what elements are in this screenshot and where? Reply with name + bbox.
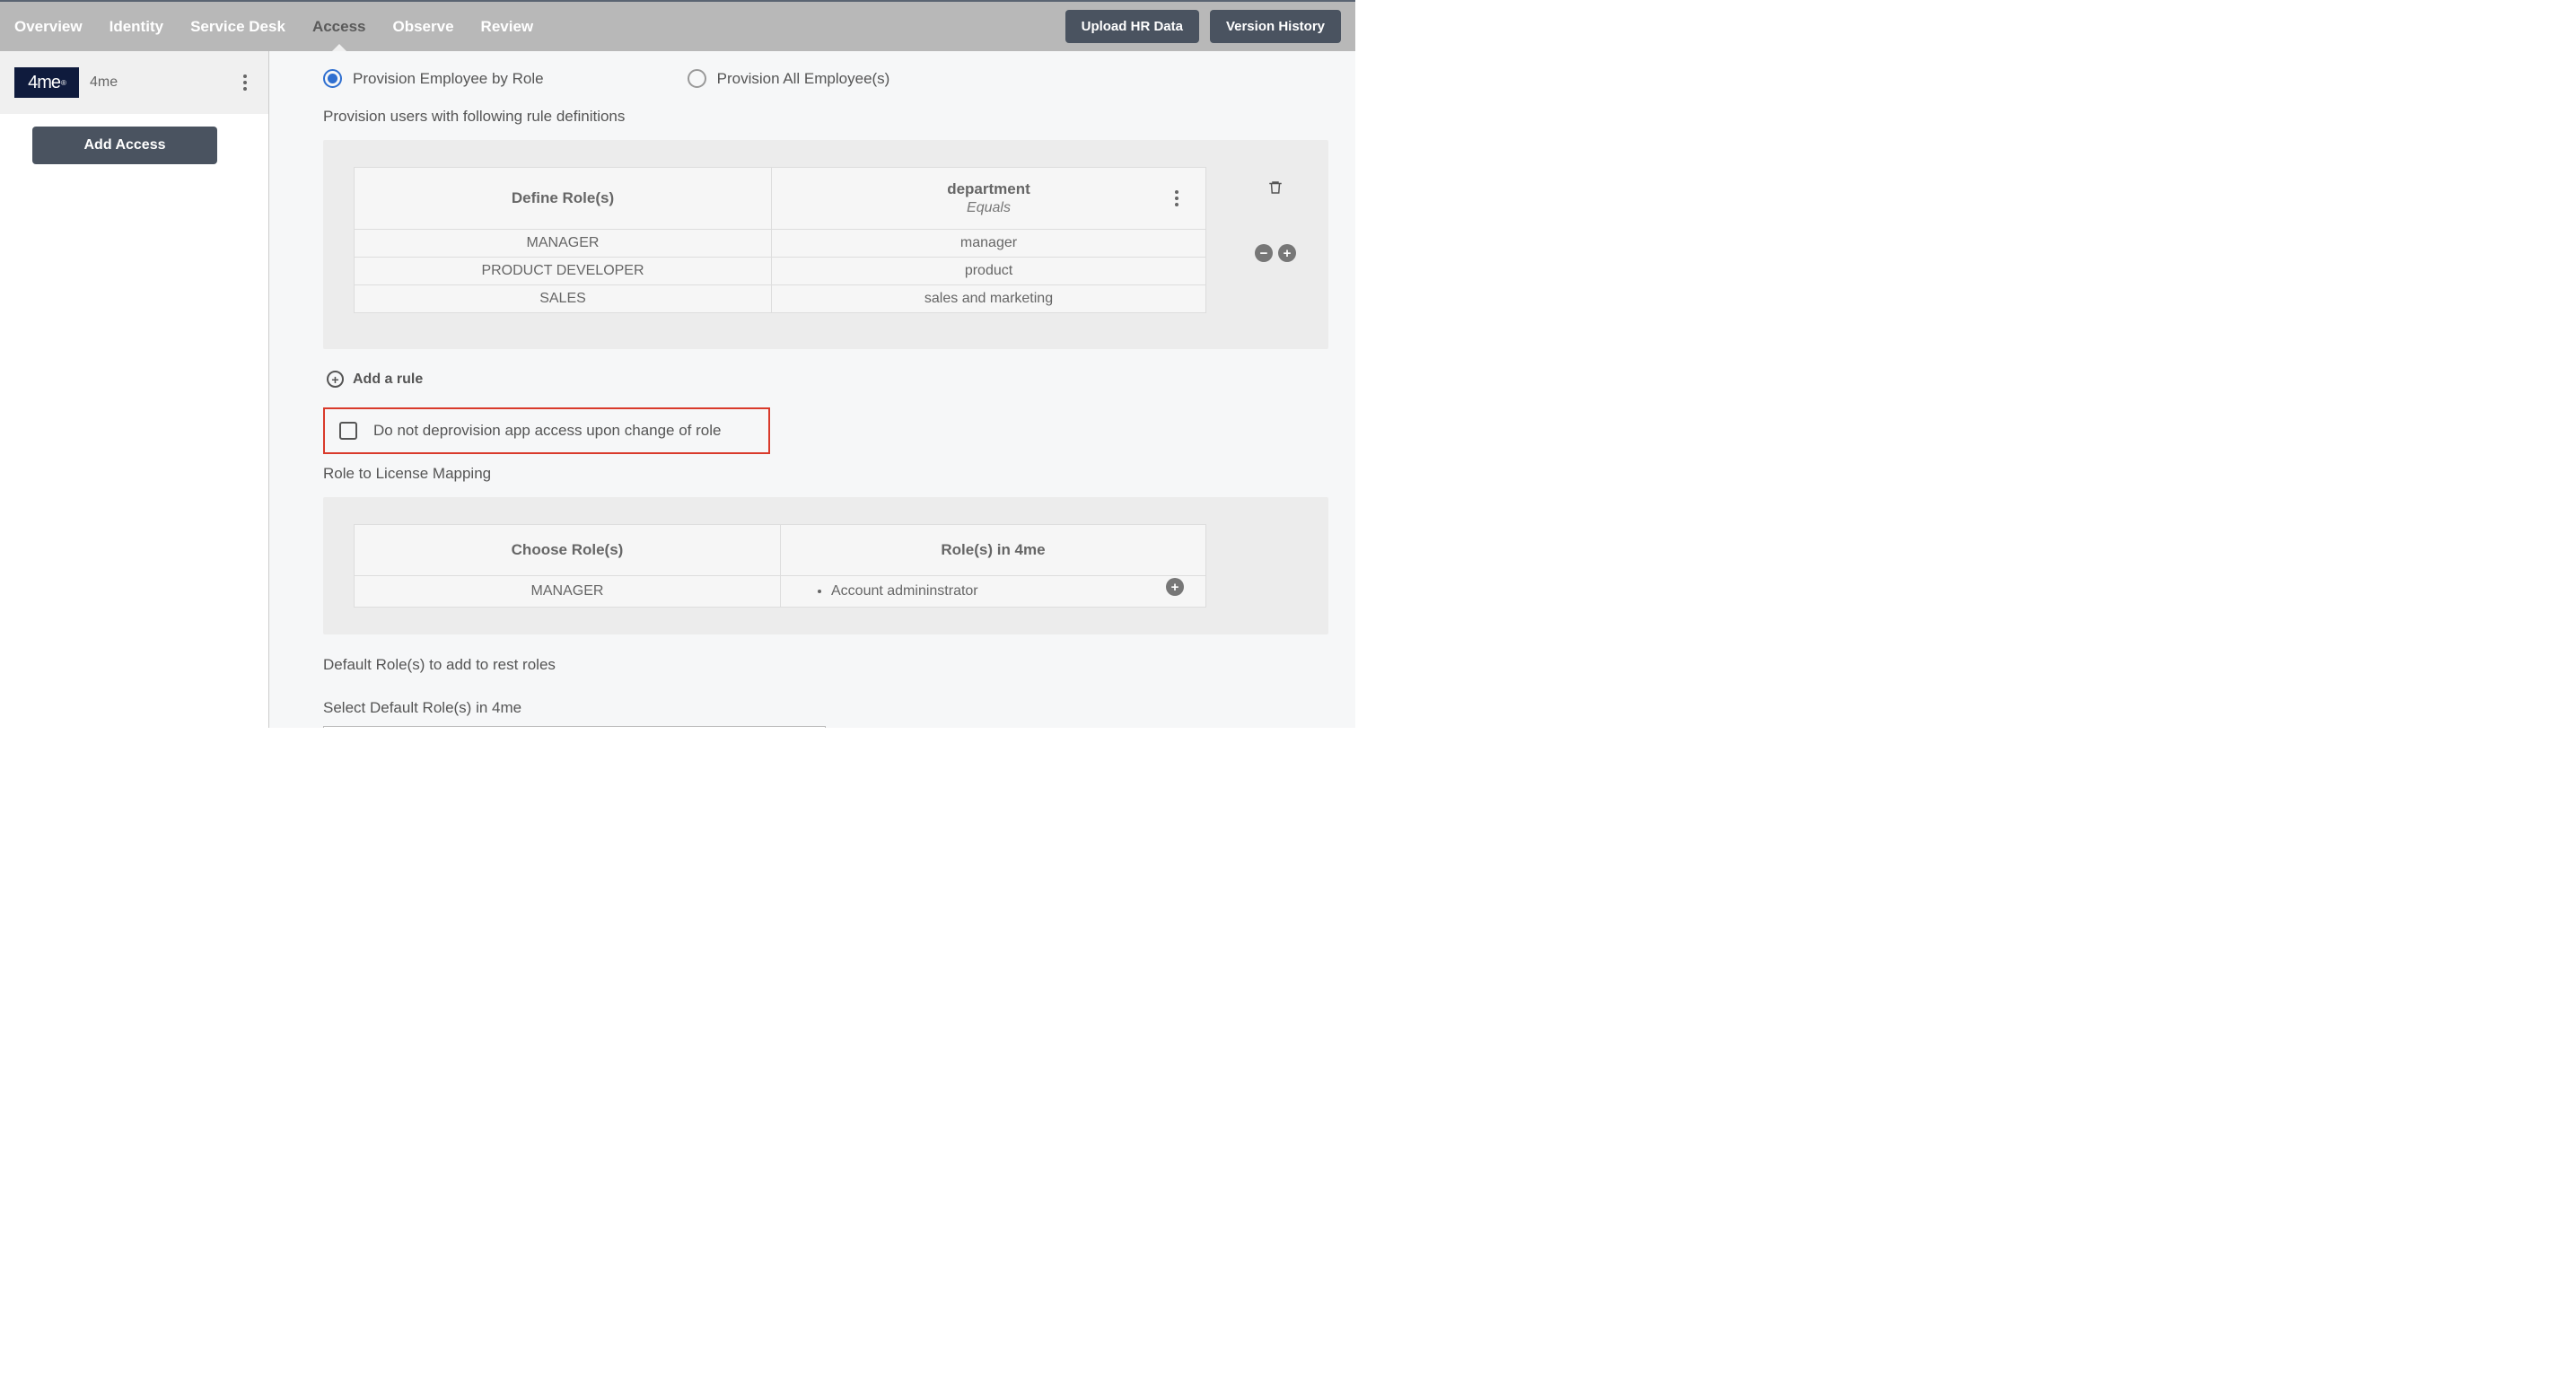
role-cell: MANAGER	[355, 230, 772, 257]
rules-card: Define Role(s) department Equals MANAGER…	[323, 140, 1328, 349]
nav-tabs: Overview Identity Service Desk Access Ob…	[14, 3, 533, 51]
radio-icon	[688, 69, 706, 88]
rules-col-department: department Equals	[772, 168, 1205, 229]
tab-service-desk[interactable]: Service Desk	[190, 3, 285, 51]
tab-access[interactable]: Access	[312, 3, 366, 51]
default-roles-heading: Default Role(s) to add to rest roles	[323, 656, 1328, 674]
radio-provision-all[interactable]: Provision All Employee(s)	[688, 69, 890, 88]
mapping-col-choose-roles: Choose Role(s)	[355, 525, 781, 575]
plus-icon: +	[327, 371, 344, 388]
column-menu-icon[interactable]	[1175, 190, 1178, 206]
deprovision-highlight-box: Do not deprovision app access upon chang…	[323, 407, 770, 454]
license-mapping-table: Choose Role(s) Role(s) in 4me MANAGER Ac…	[354, 524, 1206, 608]
dept-cell: product	[772, 258, 1205, 284]
mapping-role-cell: MANAGER	[355, 576, 781, 607]
add-rule-button[interactable]: + Add a rule	[327, 371, 1328, 388]
table-row: SALES sales and marketing	[355, 285, 1205, 312]
select-default-roles-label: Select Default Role(s) in 4me	[323, 699, 1328, 717]
tab-overview[interactable]: Overview	[14, 3, 83, 51]
table-row: MANAGER Account admininstrator	[355, 576, 1205, 607]
default-roles-select[interactable]	[323, 726, 826, 728]
add-mapping-row-icon[interactable]: +	[1166, 578, 1184, 596]
radio-label: Provision Employee by Role	[353, 70, 544, 88]
radio-provision-by-role[interactable]: Provision Employee by Role	[323, 69, 544, 88]
deprovision-checkbox[interactable]	[339, 422, 357, 440]
mapping-col-roles-in-app: Role(s) in 4me	[781, 525, 1205, 575]
role-cell: PRODUCT DEVELOPER	[355, 258, 772, 284]
role-cell: SALES	[355, 285, 772, 312]
tab-review[interactable]: Review	[481, 3, 534, 51]
tab-identity[interactable]: Identity	[110, 3, 163, 51]
main-content: Provision Employee by Role Provision All…	[269, 51, 1355, 728]
sidebar-app-row[interactable]: 4me® 4me	[0, 51, 268, 114]
app-logo: 4me®	[14, 67, 79, 98]
deprovision-label: Do not deprovision app access upon chang…	[373, 422, 721, 440]
rules-col-define-roles: Define Role(s)	[355, 168, 772, 229]
rules-heading: Provision users with following rule defi…	[323, 108, 1328, 126]
license-mapping-heading: Role to License Mapping	[323, 465, 1328, 483]
table-row: PRODUCT DEVELOPER product	[355, 258, 1205, 285]
dept-cell: sales and marketing	[772, 285, 1205, 312]
add-row-icon[interactable]: +	[1278, 244, 1296, 262]
app-name-label: 4me	[90, 74, 118, 91]
radio-label: Provision All Employee(s)	[717, 70, 890, 88]
top-navbar: Overview Identity Service Desk Access Ob…	[0, 2, 1355, 51]
app-row-menu-icon[interactable]	[243, 74, 247, 91]
rules-table: Define Role(s) department Equals MANAGER…	[354, 167, 1206, 313]
add-access-button[interactable]: Add Access	[32, 127, 217, 164]
version-history-button[interactable]: Version History	[1210, 10, 1341, 43]
upload-hr-data-button[interactable]: Upload HR Data	[1065, 10, 1199, 43]
license-mapping-card: Choose Role(s) Role(s) in 4me MANAGER Ac…	[323, 497, 1328, 634]
sidebar: 4me® 4me Add Access	[0, 51, 269, 728]
tab-observe[interactable]: Observe	[393, 3, 454, 51]
table-row: MANAGER manager	[355, 230, 1205, 258]
dept-cell: manager	[772, 230, 1205, 257]
radio-icon	[323, 69, 342, 88]
mapping-target-cell: Account admininstrator	[781, 576, 1205, 607]
remove-row-icon[interactable]: −	[1255, 244, 1273, 262]
delete-rule-icon[interactable]	[1267, 179, 1284, 200]
